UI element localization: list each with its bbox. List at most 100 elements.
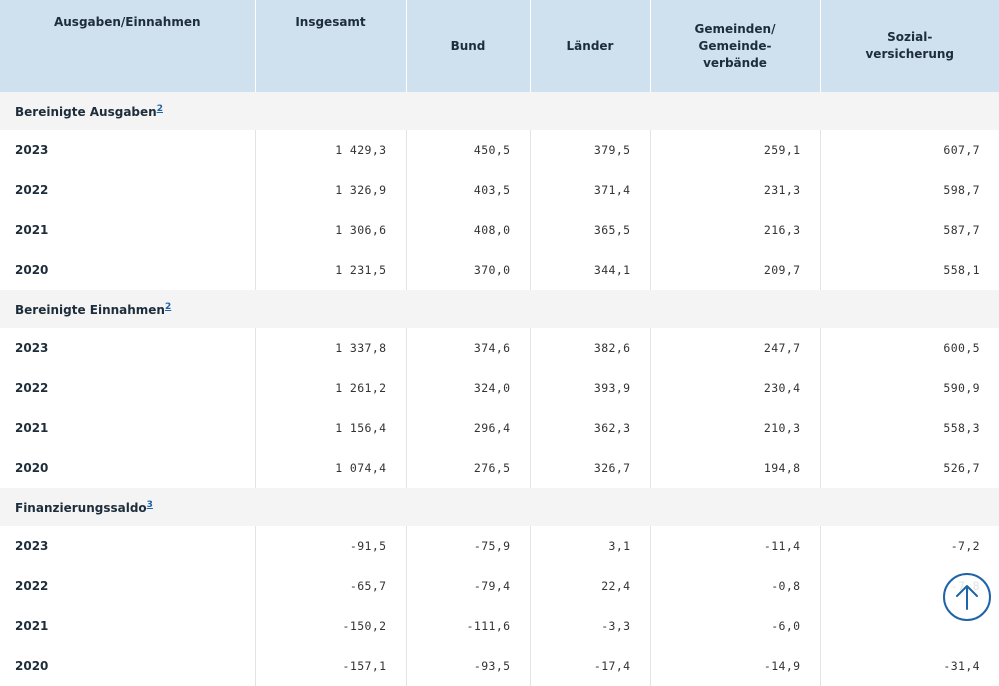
arrow-up-icon xyxy=(956,585,978,610)
value-cell-gemeinden: 209,7 xyxy=(649,250,820,290)
value-cell-insgesamt: 1 231,5 xyxy=(254,250,406,290)
table-row: 2023 1 337,8 374,6 382,6 247,7 600,5 xyxy=(0,328,999,368)
value-cell-gemeinden: -6,0 xyxy=(649,606,820,646)
value-cell-laender: 344,1 xyxy=(529,250,650,290)
value-cell-gemeinden: 230,4 xyxy=(649,368,820,408)
table-row: 2023 1 429,3 450,5 379,5 259,1 607,7 xyxy=(0,130,999,170)
section-title: Finanzierungssaldo xyxy=(15,501,147,515)
header-gemeinden-line1: Gemeinden/ xyxy=(694,21,776,36)
value-cell-gemeinden: -0,8 xyxy=(649,566,820,606)
value-cell-bund: 408,0 xyxy=(405,210,530,250)
header-laender: Länder xyxy=(529,0,650,92)
table-row: 2021 1 156,4 296,4 362,3 210,3 558,3 xyxy=(0,408,999,448)
year-cell: 2020 xyxy=(15,659,49,673)
section-title-cell: Finanzierungssaldo3 xyxy=(0,488,999,526)
header-sozial-line2: versicherung xyxy=(865,47,955,61)
value-cell-sozial: 600,5 xyxy=(819,328,999,368)
value-cell-bund: -93,5 xyxy=(405,646,530,686)
header-bund: Bund xyxy=(405,0,530,92)
value-cell-bund: 296,4 xyxy=(405,408,530,448)
value-cell-insgesamt: 1 074,4 xyxy=(254,448,406,488)
table-body: Bereinigte Ausgaben2 2023 1 429,3 450,5 379,… xyxy=(0,92,999,686)
value-cell-insgesamt: 1 261,2 xyxy=(254,368,406,408)
value-cell-laender: 393,9 xyxy=(529,368,650,408)
year-cell: 2020 xyxy=(15,263,49,277)
value-cell-bund: 450,5 xyxy=(405,130,530,170)
value-cell-laender: 371,4 xyxy=(529,170,650,210)
table-row: 2022 1 261,2 324,0 393,9 230,4 590,9 xyxy=(0,368,999,408)
value-cell-laender: 22,4 xyxy=(529,566,650,606)
value-cell-laender: 3,1 xyxy=(529,526,650,566)
value-cell-insgesamt: -65,7 xyxy=(254,566,406,606)
table-row: 2020 -157,1 -93,5 -17,4 -14,9 -31,4 xyxy=(0,646,999,686)
section-title: Bereinigte Einnahmen xyxy=(15,303,165,317)
value-cell-sozial: -31,4 xyxy=(819,646,999,686)
value-cell-gemeinden: 247,7 xyxy=(649,328,820,368)
scroll-to-top-button[interactable] xyxy=(943,573,991,621)
value-cell-laender: 379,5 xyxy=(529,130,650,170)
value-cell-bund: -79,4 xyxy=(405,566,530,606)
value-cell-bund: 276,5 xyxy=(405,448,530,488)
value-cell-bund: -75,9 xyxy=(405,526,530,566)
value-cell-sozial: 587,7 xyxy=(819,210,999,250)
value-cell-insgesamt: 1 429,3 xyxy=(254,130,406,170)
year-cell: 2021 xyxy=(15,223,49,237)
header-ausgaben-einnahmen: Ausgaben/Einnahmen xyxy=(0,0,255,92)
value-cell-laender: 365,5 xyxy=(529,210,650,250)
year-cell: 2022 xyxy=(15,183,49,197)
value-cell-sozial: 590,9 xyxy=(819,368,999,408)
table-row: 2020 1 074,4 276,5 326,7 194,8 526,7 xyxy=(0,448,999,488)
value-cell-insgesamt: 1 306,6 xyxy=(254,210,406,250)
section-header-row: Finanzierungssaldo3 xyxy=(0,488,999,526)
header-gemeinden-line3: verbände xyxy=(703,55,767,70)
year-cell: 2022 xyxy=(15,381,49,395)
value-cell-laender: 326,7 xyxy=(529,448,650,488)
value-cell-sozial: 558,1 xyxy=(819,250,999,290)
value-cell-sozial: 607,7 xyxy=(819,130,999,170)
year-cell: 2022 xyxy=(15,579,49,593)
value-cell-insgesamt: -91,5 xyxy=(254,526,406,566)
section-title: Bereinigte Ausgaben xyxy=(15,105,157,119)
value-cell-laender: -17,4 xyxy=(529,646,650,686)
value-cell-insgesamt: 1 156,4 xyxy=(254,408,406,448)
year-cell: 2020 xyxy=(15,461,49,475)
value-cell-gemeinden: 216,3 xyxy=(649,210,820,250)
year-cell: 2023 xyxy=(15,143,49,157)
header-gemeinden-line2: Gemeinde- xyxy=(698,38,772,53)
value-cell-laender: 382,6 xyxy=(529,328,650,368)
header-gemeinden: Gemeinden/ Gemeinde- verbände xyxy=(649,0,820,92)
value-cell-gemeinden: -11,4 xyxy=(649,526,820,566)
year-cell: 2023 xyxy=(15,341,49,355)
header-insgesamt: Insgesamt xyxy=(254,0,406,92)
table-header: Ausgaben/Einnahmen Insgesamt Bund Länder… xyxy=(0,0,999,92)
value-cell-sozial: 598,7 xyxy=(819,170,999,210)
year-cell: 2023 xyxy=(15,539,49,553)
value-cell-bund: 370,0 xyxy=(405,250,530,290)
value-cell-laender: -3,3 xyxy=(529,606,650,646)
table-row: 2021 -150,2 -111,6 -3,3 -6,0 xyxy=(0,606,999,646)
finance-table: Ausgaben/Einnahmen Insgesamt Bund Länder… xyxy=(0,0,999,686)
footnote-link[interactable]: 3 xyxy=(147,500,153,510)
footnote-link[interactable]: 2 xyxy=(165,302,171,312)
value-cell-laender: 362,3 xyxy=(529,408,650,448)
value-cell-sozial: -7,2 xyxy=(819,526,999,566)
value-cell-bund: 374,6 xyxy=(405,328,530,368)
value-cell-gemeinden: 210,3 xyxy=(649,408,820,448)
year-cell: 2021 xyxy=(15,619,49,633)
value-cell-bund: -111,6 xyxy=(405,606,530,646)
value-cell-sozial: 526,7 xyxy=(819,448,999,488)
value-cell-gemeinden: 259,1 xyxy=(649,130,820,170)
header-sozialversicherung: Sozial- versicherung xyxy=(819,0,999,92)
section-header-row: Bereinigte Ausgaben2 xyxy=(0,92,999,130)
value-cell-insgesamt: 1 337,8 xyxy=(254,328,406,368)
value-cell-gemeinden: 231,3 xyxy=(649,170,820,210)
header-sozial-line1: Sozial- xyxy=(887,30,933,44)
footnote-link[interactable]: 2 xyxy=(157,104,163,114)
table-row: 2022-65,7-79,422,4-0,8-7,8 xyxy=(0,566,999,606)
value-cell-sozial: 558,3 xyxy=(819,408,999,448)
value-cell-insgesamt: -157,1 xyxy=(254,646,406,686)
value-cell-gemeinden: 194,8 xyxy=(649,448,820,488)
table-row: 2023 -91,5 -75,9 3,1 -11,4 -7,2 xyxy=(0,526,999,566)
table-row: 2021 1 306,6 408,0 365,5 216,3 587,7 xyxy=(0,210,999,250)
value-cell-insgesamt: -150,2 xyxy=(254,606,406,646)
